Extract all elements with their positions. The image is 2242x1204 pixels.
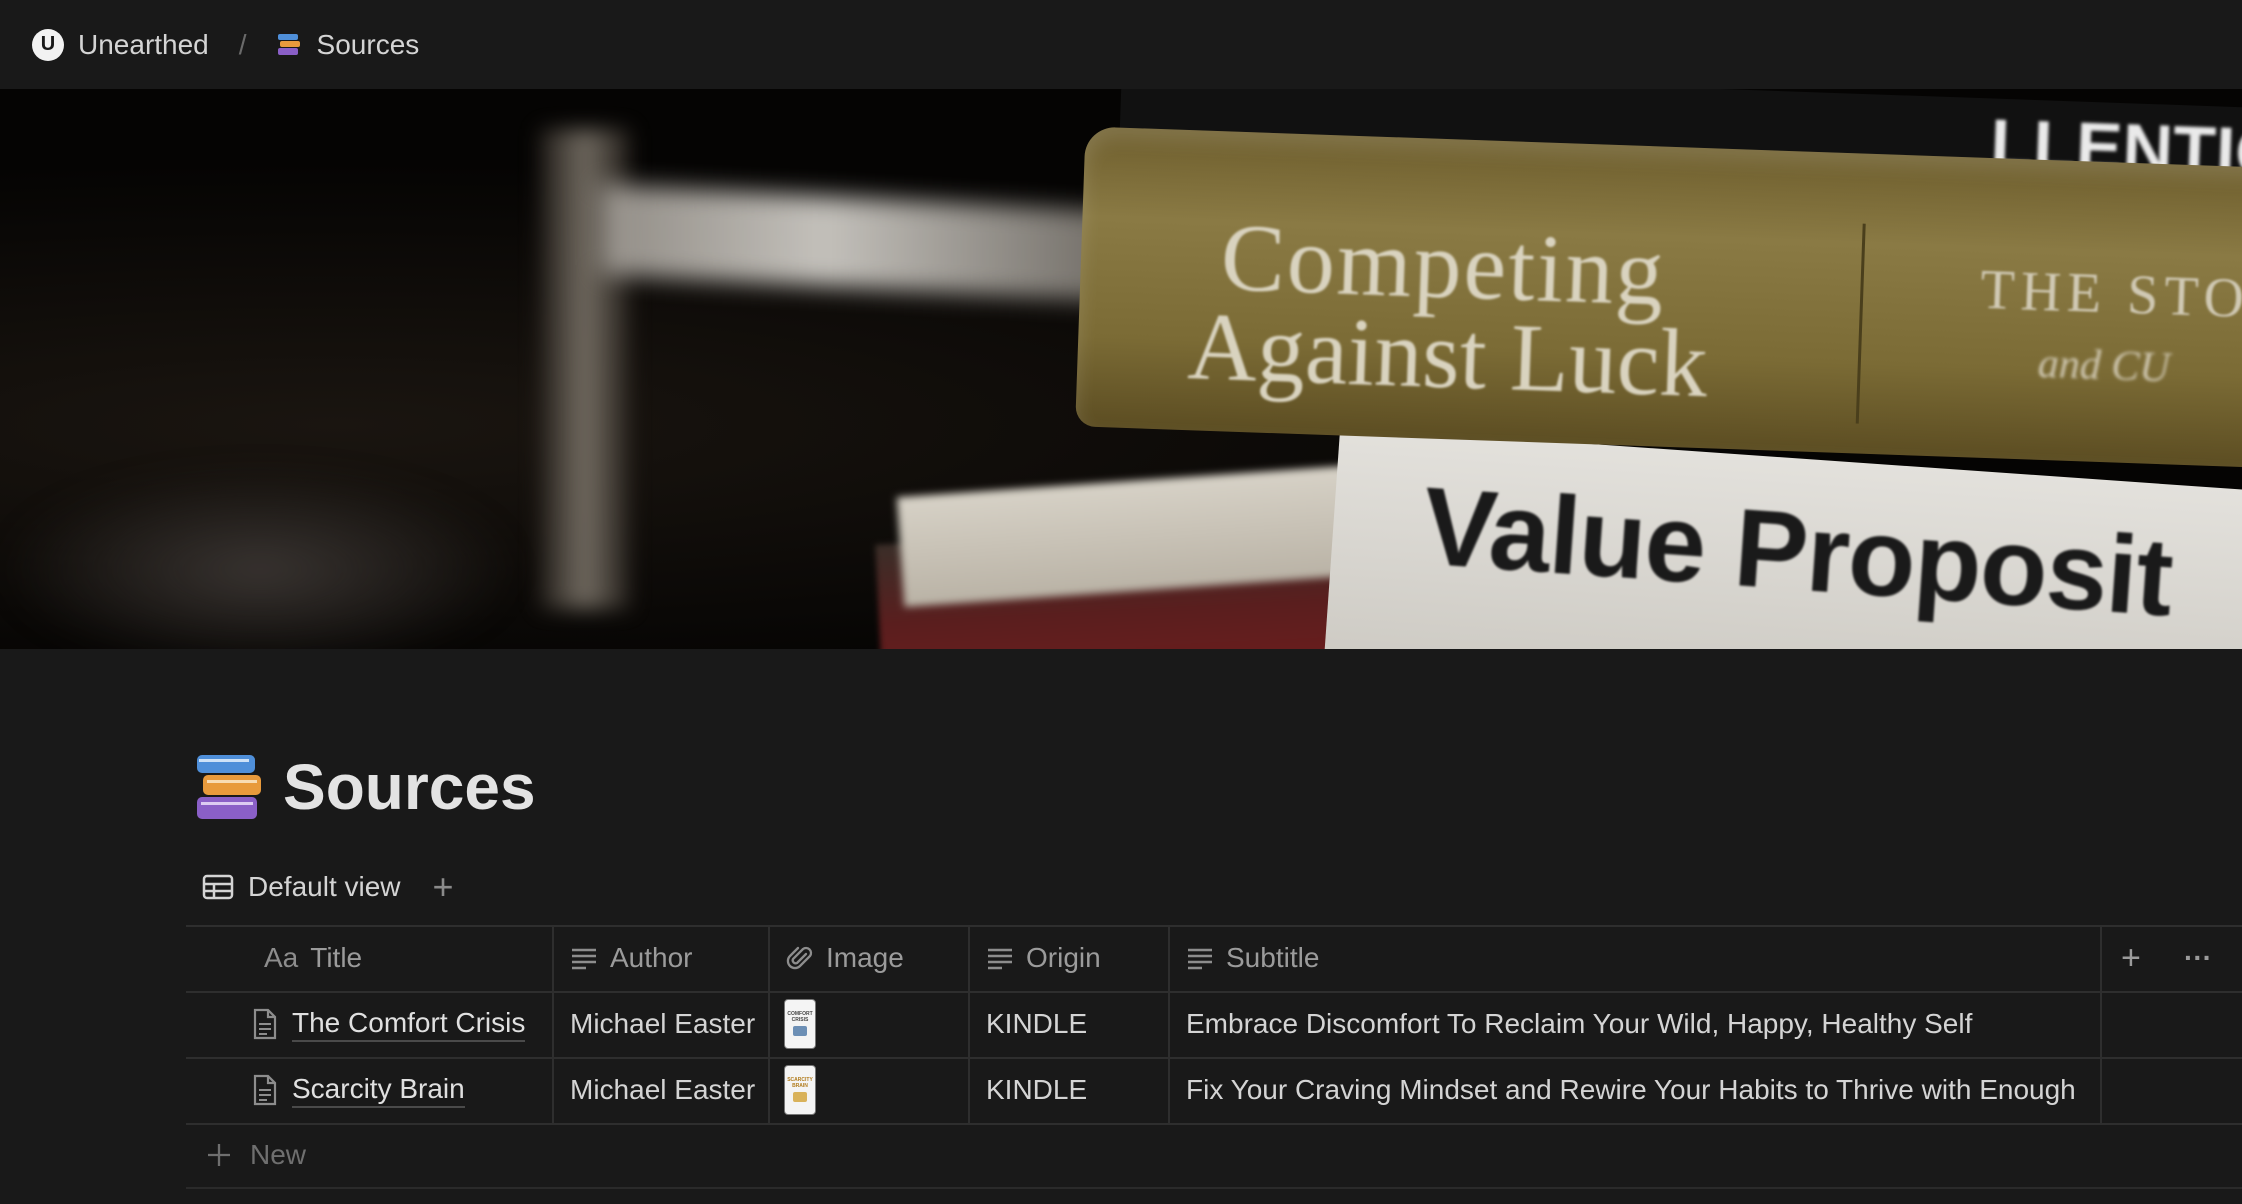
view-tabs: Default view + bbox=[202, 866, 454, 908]
thumbnail-figure bbox=[793, 1092, 807, 1102]
subtitle-cell[interactable]: Embrace Discomfort To Reclaim Your Wild,… bbox=[1186, 991, 1972, 1057]
thumbnail-caption: SCARCITY BRAIN bbox=[787, 1077, 813, 1089]
image-cell[interactable]: SCARCITY BRAIN bbox=[784, 1057, 816, 1123]
column-header-label: Image bbox=[826, 942, 904, 973]
image-cell[interactable]: COMFORT CRISIS bbox=[784, 991, 816, 1057]
books-icon bbox=[277, 33, 300, 55]
add-column-button[interactable]: + bbox=[2121, 925, 2141, 991]
breadcrumb: U Unearthed / Sources bbox=[32, 28, 420, 61]
cover-book-text: Against Luck bbox=[1186, 292, 1710, 418]
author-cell[interactable]: Michael Easter bbox=[570, 991, 755, 1057]
page-header: Sources bbox=[193, 750, 536, 824]
workspace-logo-icon[interactable]: U bbox=[32, 28, 64, 61]
paperclip-icon bbox=[786, 946, 813, 970]
breadcrumb-workspace[interactable]: Unearthed bbox=[78, 29, 209, 61]
title-cell[interactable]: The Comfort Crisis bbox=[252, 991, 526, 1057]
title-cell[interactable]: Scarcity Brain bbox=[252, 1057, 465, 1123]
cover-book-text: THE STO bbox=[1979, 258, 2242, 331]
top-bar: U Unearthed / Sources bbox=[0, 0, 2242, 89]
subtitle-cell[interactable]: Fix Your Craving Mindset and Rewire Your… bbox=[1186, 1057, 2076, 1123]
column-header-label: Origin bbox=[1026, 942, 1101, 973]
column-header-label: Title bbox=[310, 942, 363, 973]
table-icon bbox=[202, 874, 234, 900]
add-view-button[interactable]: + bbox=[433, 866, 454, 908]
text-lines-icon bbox=[572, 948, 596, 970]
tab-default-view[interactable]: Default view bbox=[248, 871, 401, 903]
table-row[interactable]: The Comfort Crisis Michael Easter COMFOR… bbox=[186, 991, 2242, 1057]
column-header-image[interactable]: Image bbox=[786, 925, 904, 991]
breadcrumb-page[interactable]: Sources bbox=[317, 29, 420, 61]
cover-book-competing-against-luck: Competing Against Luck THE STO and CU bbox=[1075, 126, 2242, 472]
book-cover-thumbnail[interactable]: SCARCITY BRAIN bbox=[784, 1065, 816, 1115]
page-title[interactable]: Sources bbox=[283, 750, 536, 824]
breadcrumb-separator: / bbox=[238, 28, 247, 60]
author-cell[interactable]: Michael Easter bbox=[570, 1057, 755, 1123]
cover-blur bbox=[0, 469, 520, 649]
table-row[interactable]: Scarcity Brain Michael Easter SCARCITY B… bbox=[186, 1057, 2242, 1123]
cover-book-text: and CU bbox=[2037, 340, 2171, 392]
cover-book-divider bbox=[1855, 223, 1866, 424]
page-icon bbox=[253, 1074, 277, 1106]
cover-book-text: Value Proposit bbox=[1419, 464, 2177, 640]
new-row-label: New bbox=[250, 1139, 307, 1170]
new-row-button[interactable]: New bbox=[206, 1125, 306, 1185]
books-icon[interactable] bbox=[193, 751, 265, 823]
cover-blur bbox=[600, 184, 1160, 304]
column-header-label: Subtitle bbox=[1226, 942, 1320, 973]
thumbnail-caption: COMFORT CRISIS bbox=[787, 1011, 813, 1023]
column-header-origin[interactable]: Origin bbox=[986, 925, 1101, 991]
row-title-link[interactable]: The Comfort Crisis bbox=[292, 1007, 526, 1042]
text-type-icon: Aa bbox=[264, 942, 299, 973]
book-cover-thumbnail[interactable]: COMFORT CRISIS bbox=[784, 999, 816, 1049]
divider bbox=[186, 1187, 2242, 1189]
thumbnail-figure bbox=[793, 1026, 807, 1036]
column-header-author[interactable]: Author bbox=[570, 925, 693, 991]
cover-image[interactable]: Value Proposit LLENTIO Competing Against… bbox=[0, 89, 2242, 649]
plus-icon bbox=[208, 1144, 230, 1166]
row-title-link[interactable]: Scarcity Brain bbox=[292, 1073, 465, 1108]
origin-cell[interactable]: KINDLE bbox=[986, 991, 1087, 1057]
table-header: Aa Title Author Image Origin Subtitle + … bbox=[186, 925, 2242, 991]
divider bbox=[186, 1123, 2242, 1125]
column-header-label: Author bbox=[610, 942, 693, 973]
text-lines-icon bbox=[988, 948, 1012, 970]
column-header-subtitle[interactable]: Subtitle bbox=[1186, 925, 1319, 991]
origin-cell[interactable]: KINDLE bbox=[986, 1057, 1087, 1123]
page-icon bbox=[253, 1008, 277, 1040]
text-lines-icon bbox=[1188, 948, 1212, 970]
more-options-button[interactable]: ··· bbox=[2184, 925, 2212, 991]
column-header-title[interactable]: Aa Title bbox=[264, 925, 362, 991]
